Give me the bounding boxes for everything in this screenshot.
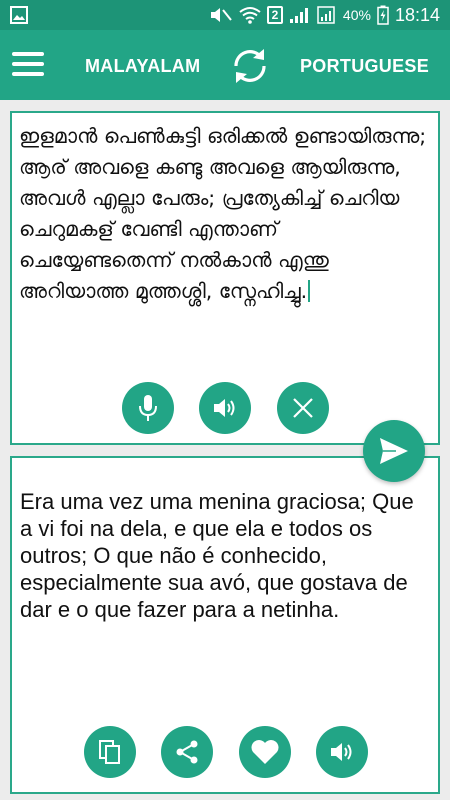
swap-icon <box>234 49 266 83</box>
wifi-icon <box>239 7 261 24</box>
microphone-button[interactable] <box>122 382 174 434</box>
signal-icon <box>289 8 308 23</box>
send-icon <box>380 438 408 464</box>
heart-icon <box>251 740 279 764</box>
copy-icon <box>99 740 120 764</box>
source-language-button[interactable]: MALAYALAM <box>85 56 200 77</box>
status-time: 18:14 <box>394 4 440 25</box>
target-panel: Era uma vez uma menina graciosa; Que a v… <box>10 456 440 794</box>
share-button[interactable] <box>161 726 213 778</box>
sim-badge: 2 <box>266 6 283 24</box>
app-bar: MALAYALAM PORTUGUESE <box>0 30 450 100</box>
clear-text-button[interactable] <box>277 382 329 434</box>
target-speak-button[interactable] <box>316 726 368 778</box>
battery-icon <box>377 5 389 25</box>
battery-percent: 40% <box>342 7 371 23</box>
speaker-icon <box>331 743 352 761</box>
menu-icon <box>12 52 44 76</box>
copy-button[interactable] <box>84 726 136 778</box>
status-right: 2 40% 18:14 <box>209 0 440 30</box>
mute-icon <box>210 8 232 22</box>
clear-icon <box>293 398 313 418</box>
menu-button[interactable] <box>12 52 44 78</box>
source-speak-button[interactable] <box>199 382 251 434</box>
mic-icon <box>139 395 157 421</box>
speaker-icon <box>214 399 235 417</box>
signal-2-icon <box>317 6 335 24</box>
status-bar: 2 40% 18:14 <box>0 0 450 30</box>
status-left <box>10 6 28 28</box>
text-cursor <box>308 280 311 302</box>
target-language-button[interactable]: PORTUGUESE <box>300 56 429 77</box>
source-text: ഇളമാൻ പെൺകുട്ടി ഒരിക്കൽ ഉണ്ടായിരുന്നു; ആ… <box>19 124 427 303</box>
gallery-icon <box>10 6 28 24</box>
source-text-input[interactable]: ഇളമാൻ പെൺകുട്ടി ഒരിക്കൽ ഉണ്ടായിരുന്നു; ആ… <box>19 121 433 307</box>
translated-text: Era uma vez uma menina graciosa; Que a v… <box>20 489 414 622</box>
favorite-button[interactable] <box>239 726 291 778</box>
share-icon <box>176 740 198 764</box>
translate-button[interactable] <box>363 420 425 482</box>
source-panel: ഇളമാൻ പെൺകുട്ടി ഒരിക്കൽ ഉണ്ടായിരുന്നു; ആ… <box>10 111 440 445</box>
swap-languages-button[interactable] <box>228 44 272 88</box>
